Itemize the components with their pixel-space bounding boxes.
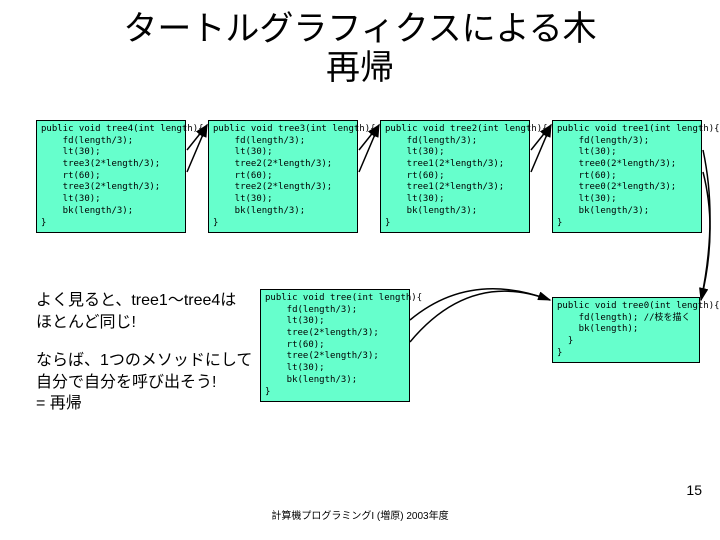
code-tree0: public void tree0(int length){ fd(length…: [552, 297, 700, 363]
note-recursion: ならば、1つのメソッドにして自分で自分を呼び出そう!= 再帰: [36, 350, 252, 415]
slide-title: タートルグラフィクスによる木 再帰: [0, 0, 720, 88]
code-tree: public void tree(int length){ fd(length/…: [260, 289, 410, 402]
code-tree1: public void tree1(int length){ fd(length…: [552, 120, 702, 233]
footer-text: 計算機プログラミングI (増原) 2003年度: [0, 507, 720, 522]
note-similar: よく見ると、tree1～tree4はほとんど同じ!: [36, 290, 236, 333]
code-tree2: public void tree2(int length){ fd(length…: [380, 120, 530, 233]
page-number: 15: [686, 482, 702, 498]
code-tree4: public void tree4(int length){ fd(length…: [36, 120, 186, 233]
title-line1: タートルグラフィクスによる木: [123, 10, 596, 48]
code-tree3: public void tree3(int length){ fd(length…: [208, 120, 358, 233]
title-line2: 再帰: [326, 49, 394, 87]
